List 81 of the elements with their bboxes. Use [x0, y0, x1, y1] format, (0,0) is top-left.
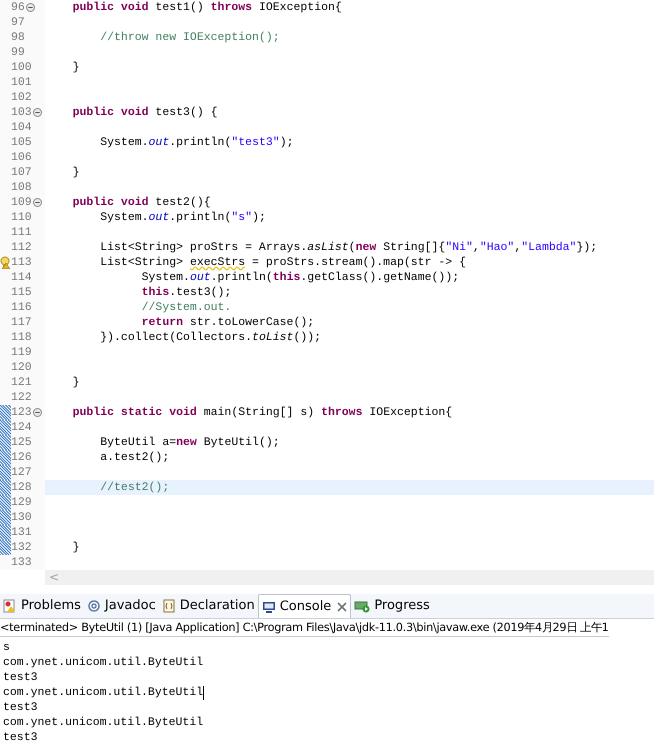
line-number: 111: [11, 225, 32, 240]
code-line: public void test1() throws IOException{: [72, 0, 342, 15]
console-output-line: s: [2, 640, 10, 655]
line-number: 115: [11, 285, 32, 300]
line-number: 130: [11, 510, 32, 525]
line-number: 106: [11, 150, 32, 165]
console-output-line: com.ynet.unicom.util.ByteUtil: [2, 685, 204, 700]
line-number: 124: [11, 420, 32, 435]
code-line: System.out.println(this.getClass().getName());: [140, 270, 460, 285]
warning-list-icon: [3, 599, 17, 613]
line-number: 96: [11, 0, 25, 15]
document-icon: [162, 599, 176, 613]
line-number: 128: [11, 480, 32, 495]
line-number: 103: [11, 105, 32, 120]
line-number: 109: [11, 195, 32, 210]
line-number: 102: [11, 90, 32, 105]
code-line: this.test3();: [140, 285, 232, 300]
console-output-line: test3: [2, 730, 38, 745]
line-number: 107: [11, 165, 32, 180]
code-line: public static void main(String[] s) throws IOException{: [72, 405, 452, 420]
console-status: <terminated> ByteUtil (1) [Java Application] C:\Program Files\Java\jdk-11.0.3\bin\javaw.exe (2019年4月29日 上午1: [0, 619, 609, 637]
monitor-icon: [262, 600, 276, 614]
code-line: }: [72, 540, 80, 555]
line-number: 108: [11, 180, 32, 195]
line-number: 125: [11, 435, 32, 450]
code-line: public void test3() {: [72, 105, 218, 120]
code-line: System.out.println("s");: [99, 210, 266, 225]
line-number: 114: [11, 270, 32, 285]
code-line: }: [72, 60, 80, 75]
console-output-line: test3: [2, 700, 38, 715]
line-number: 133: [11, 555, 32, 570]
panel-tab[interactable]: Javadoc: [84, 594, 159, 618]
line-number: 120: [11, 360, 32, 375]
line-number: 129: [11, 495, 32, 510]
code-line: //throw new IOException();: [99, 30, 280, 45]
line-number: 100: [11, 60, 32, 75]
line-number: 97: [11, 15, 25, 30]
line-number: 122: [11, 390, 32, 405]
code-line: public void test2(){: [72, 195, 211, 210]
line-number: 113: [11, 255, 32, 270]
line-number: 104: [11, 120, 32, 135]
line-number: 105: [11, 135, 32, 150]
panel-tab[interactable]: Problems: [0, 594, 84, 618]
code-line: //System.out.: [140, 300, 232, 315]
line-number: 126: [11, 450, 32, 465]
collapse-icon[interactable]: [32, 198, 42, 207]
line-number: 132: [11, 540, 32, 555]
line-number: 101: [11, 75, 32, 90]
close-icon[interactable]: [337, 602, 348, 612]
line-number: 131: [11, 525, 32, 540]
line-number: 110: [11, 210, 32, 225]
code-line: }: [72, 375, 80, 390]
code-line: a.test2();: [99, 450, 170, 465]
panel-tab[interactable]: Progress: [351, 594, 433, 618]
code-line: }).collect(Collectors.toList());: [99, 330, 322, 345]
code-line: return str.toLowerCase();: [140, 315, 314, 330]
collapse-icon[interactable]: [32, 108, 42, 117]
line-number: 112: [11, 240, 32, 255]
collapse-icon[interactable]: [32, 408, 42, 417]
code-line: List<String> execStrs = proStrs.stream().map(str -> {: [99, 255, 466, 270]
line-number: 123: [11, 405, 32, 420]
line-number: 127: [11, 465, 32, 480]
console-output-line: com.ynet.unicom.util.ByteUtil: [2, 715, 204, 730]
panel-tab[interactable]: Declaration: [158, 594, 258, 618]
code-line: //test2();: [99, 480, 170, 495]
code-line: ByteUtil a=new ByteUtil();: [99, 435, 280, 450]
line-number: 119: [11, 345, 32, 360]
line-number: 118: [11, 330, 32, 345]
code-line: }: [72, 165, 80, 180]
console-output-line: com.ynet.unicom.util.ByteUtil: [2, 655, 204, 670]
line-number: 117: [11, 315, 32, 330]
line-number: 116: [11, 300, 32, 315]
progress-icon: [354, 599, 370, 613]
code-line: List<String> proStrs = Arrays.asList(new String[]{"Ni","Hao","Lambda"});: [99, 240, 598, 255]
console-output-line: test3: [2, 670, 38, 685]
code-line: System.out.println("test3");: [99, 135, 294, 150]
line-number: 99: [11, 45, 25, 60]
line-number: 121: [11, 375, 32, 390]
collapse-icon[interactable]: [26, 3, 35, 12]
line-number: 98: [11, 30, 25, 45]
panel-tab[interactable]: Console: [258, 594, 352, 618]
